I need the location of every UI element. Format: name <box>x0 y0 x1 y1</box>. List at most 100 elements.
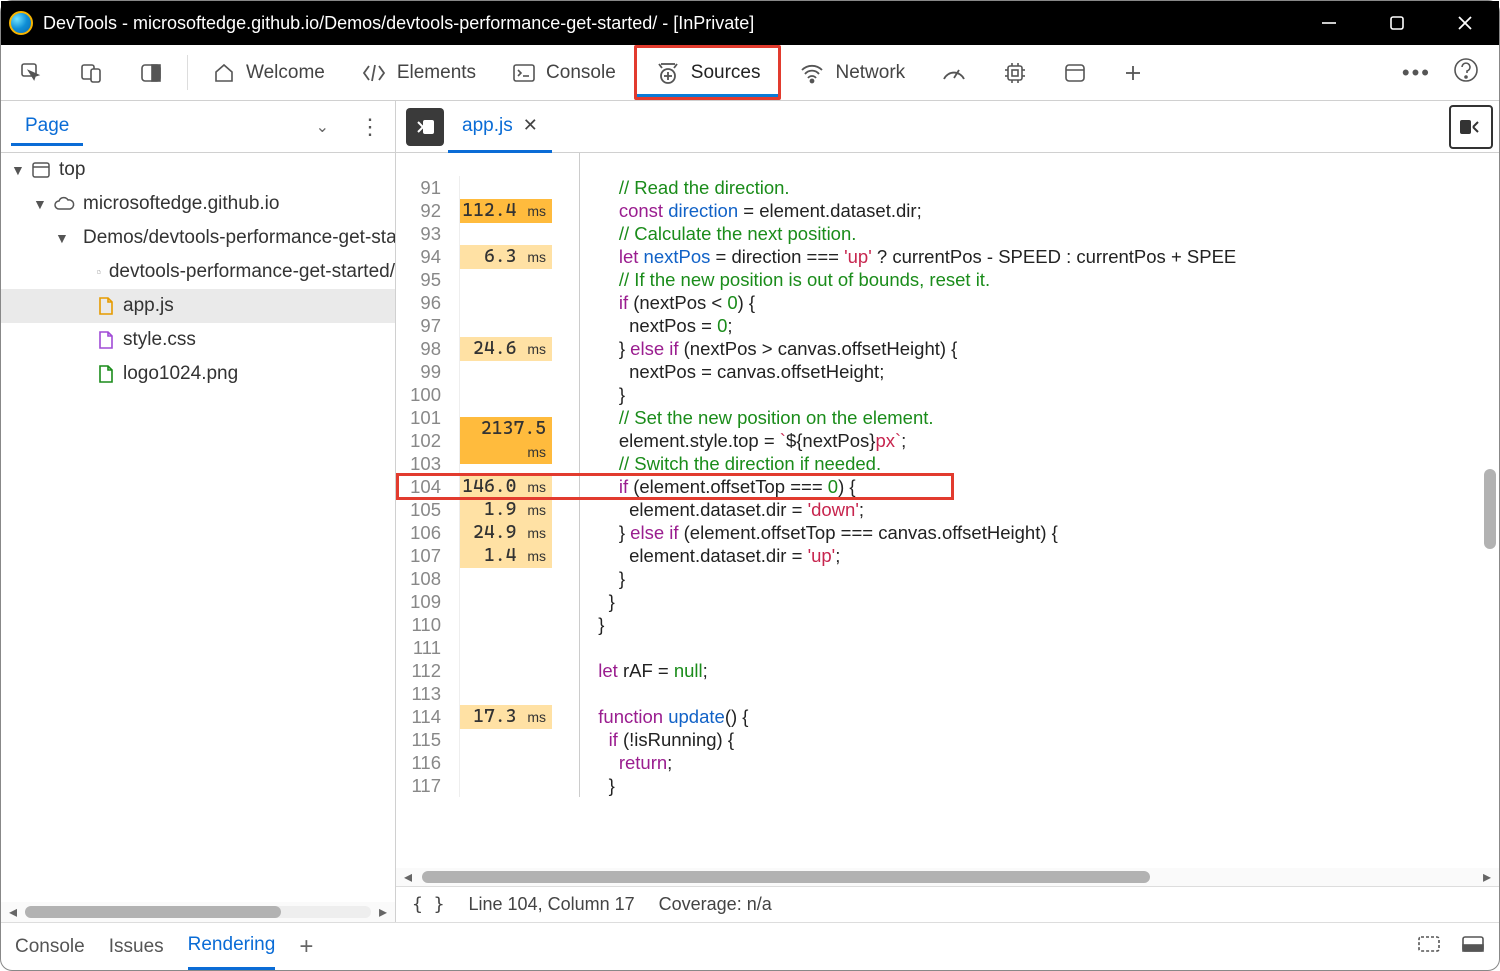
line-timing: 24.6 ms <box>460 337 552 361</box>
code-text: function update() { <box>580 705 748 728</box>
window-title: DevTools - microsoftedge.github.io/Demos… <box>43 13 754 34</box>
sidebar-tab-more-icon[interactable]: ⌄ <box>316 117 329 137</box>
tree-top[interactable]: ▼ top <box>1 153 395 187</box>
line-number: 103 <box>396 452 460 475</box>
more-tabs-icon[interactable] <box>1105 45 1161 100</box>
line-number: 93 <box>396 222 460 245</box>
code-line[interactable]: 1022137.5 ms element.style.top = `${next… <box>396 429 1499 452</box>
drawer-tab-console[interactable]: Console <box>15 936 85 958</box>
code-text: const direction = element.dataset.dir; <box>580 199 922 222</box>
tree-folder[interactable]: ▼ Demos/devtools-performance-get-started… <box>1 221 395 255</box>
code-line[interactable]: 946.3 ms let nextPos = direction === 'up… <box>396 245 1499 268</box>
drawer-dock-icon[interactable] <box>1461 934 1485 960</box>
code-line[interactable]: 1051.9 ms element.dataset.dir = 'down'; <box>396 498 1499 521</box>
application-icon[interactable] <box>1045 45 1105 100</box>
line-number: 117 <box>396 774 460 797</box>
code-editor[interactable]: 91 // Read the direction.92112.4 ms cons… <box>396 153 1499 886</box>
help-icon[interactable] <box>1453 57 1479 89</box>
tab-welcome-label: Welcome <box>246 62 325 84</box>
drawer-add-tab-icon[interactable]: + <box>299 933 313 961</box>
navigate-back-button[interactable] <box>406 108 444 146</box>
code-line[interactable]: 91 // Read the direction. <box>396 176 1499 199</box>
editor-statusbar: { } Line 104, Column 17 Coverage: n/a <box>396 886 1499 922</box>
tab-elements[interactable]: Elements <box>343 45 494 100</box>
tab-console[interactable]: Console <box>494 45 634 100</box>
tree-file-html[interactable]: devtools-performance-get-started/ <box>1 255 395 289</box>
pretty-print-icon[interactable]: { } <box>412 894 445 915</box>
code-line[interactable]: 109 } <box>396 590 1499 613</box>
code-line[interactable]: 93 // Calculate the next position. <box>396 222 1499 245</box>
code-line[interactable]: 112 let rAF = null; <box>396 659 1499 682</box>
tree-file-png[interactable]: logo1024.png <box>1 357 395 391</box>
line-timing: 6.3 ms <box>460 245 552 269</box>
tree-domain-label: microsoftedge.github.io <box>83 193 279 215</box>
editor-horizontal-scrollbar[interactable]: ◂ ▸ <box>396 868 1499 886</box>
tree-file-js-label: app.js <box>123 295 174 317</box>
drawer-expand-icon[interactable] <box>1417 934 1441 960</box>
window-minimize-button[interactable] <box>1315 9 1343 37</box>
code-text: } <box>580 613 604 636</box>
tab-network[interactable]: Network <box>781 45 923 100</box>
code-line[interactable]: 101 // Set the new position on the eleme… <box>396 406 1499 429</box>
code-line[interactable]: 115 if (!isRunning) { <box>396 728 1499 751</box>
devtools-toolbar: Welcome Elements Console Sources Network… <box>1 45 1499 101</box>
device-emulation-icon[interactable] <box>61 45 121 100</box>
line-number: 104 <box>396 475 460 498</box>
code-line[interactable]: 95 // If the new position is out of boun… <box>396 268 1499 291</box>
memory-icon[interactable] <box>985 45 1045 100</box>
file-tab-appjs[interactable]: app.js ✕ <box>448 101 552 153</box>
tab-sources[interactable]: Sources <box>634 45 782 100</box>
line-number: 95 <box>396 268 460 291</box>
code-line[interactable]: 110 } <box>396 613 1499 636</box>
code-line[interactable]: 92112.4 ms const direction = element.dat… <box>396 199 1499 222</box>
code-line[interactable]: 99 nextPos = canvas.offsetHeight; <box>396 360 1499 383</box>
performance-icon[interactable] <box>923 45 985 100</box>
tab-welcome[interactable]: Welcome <box>194 45 343 100</box>
tree-file-js[interactable]: app.js <box>1 289 395 323</box>
code-line[interactable]: 103 // Switch the direction if needed. <box>396 452 1499 475</box>
code-text: if (!isRunning) { <box>580 728 734 751</box>
tree-domain[interactable]: ▼ microsoftedge.github.io <box>1 187 395 221</box>
window-close-button[interactable] <box>1451 9 1479 37</box>
close-tab-icon[interactable]: ✕ <box>523 115 538 136</box>
tree-top-label: top <box>59 159 85 181</box>
tab-elements-label: Elements <box>397 62 476 84</box>
code-text: if (element.offsetTop === 0) { <box>580 475 856 498</box>
inspect-element-icon[interactable] <box>1 45 61 100</box>
code-text: } <box>580 590 615 613</box>
tab-network-label: Network <box>835 62 905 84</box>
code-line[interactable]: 96 if (nextPos < 0) { <box>396 291 1499 314</box>
code-line[interactable]: 104146.0 ms if (element.offsetTop === 0)… <box>396 475 1499 498</box>
sidebar-overflow-icon[interactable]: ⋮ <box>359 114 381 140</box>
line-timing: 146.0 ms <box>460 475 552 499</box>
sidebar-horizontal-scrollbar[interactable]: ◂ ▸ <box>1 902 395 922</box>
code-line[interactable]: 1071.4 ms element.dataset.dir = 'up'; <box>396 544 1499 567</box>
code-line[interactable]: 117 } <box>396 774 1499 797</box>
code-line[interactable]: 97 nextPos = 0; <box>396 314 1499 337</box>
tree-file-png-label: logo1024.png <box>123 363 238 385</box>
code-line[interactable]: 11417.3 ms function update() { <box>396 705 1499 728</box>
editor-vertical-scrollbar[interactable] <box>1481 153 1499 793</box>
code-line[interactable]: 100 } <box>396 383 1499 406</box>
tree-file-css[interactable]: style.css <box>1 323 395 357</box>
window-maximize-button[interactable] <box>1383 9 1411 37</box>
code-line[interactable] <box>396 153 1499 176</box>
drawer-tab-rendering[interactable]: Rendering <box>188 934 276 970</box>
sidebar-tab-page[interactable]: Page <box>11 109 83 146</box>
show-debugger-button[interactable] <box>1449 105 1493 149</box>
line-number: 115 <box>396 728 460 751</box>
file-image-icon <box>97 364 115 384</box>
code-text: element.dataset.dir = 'up'; <box>580 544 840 567</box>
line-number: 101 <box>396 406 460 429</box>
more-options-icon[interactable]: ••• <box>1402 60 1431 86</box>
code-line[interactable]: 113 <box>396 682 1499 705</box>
dock-side-icon[interactable] <box>121 45 181 100</box>
code-line[interactable]: 116 return; <box>396 751 1499 774</box>
code-text: // Set the new position on the element. <box>580 406 934 429</box>
code-line[interactable]: 108 } <box>396 567 1499 590</box>
code-line[interactable]: 111 <box>396 636 1499 659</box>
code-line[interactable]: 10624.9 ms } else if (element.offsetTop … <box>396 521 1499 544</box>
code-line[interactable]: 9824.6 ms } else if (nextPos > canvas.of… <box>396 337 1499 360</box>
drawer-tab-issues[interactable]: Issues <box>109 936 164 958</box>
drawer-tabs: Console Issues Rendering + <box>1 922 1499 970</box>
